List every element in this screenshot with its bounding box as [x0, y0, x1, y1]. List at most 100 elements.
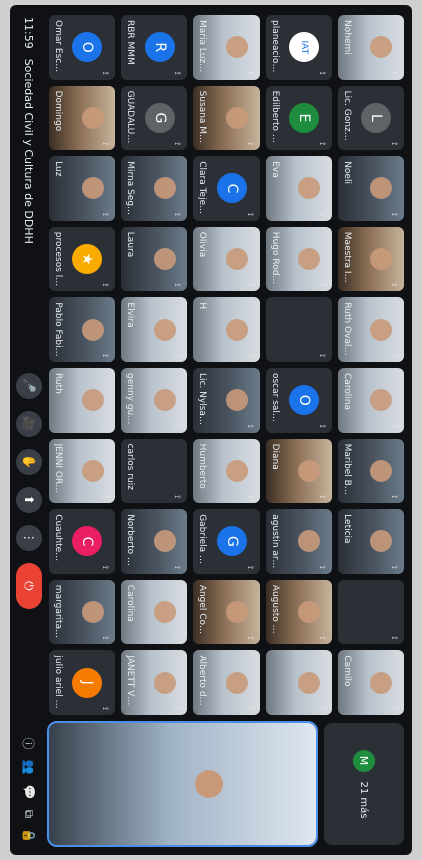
- mic-muted-icon: ⟟: [245, 636, 255, 640]
- participant-tile[interactable]: J ⟟ julio ariel osun...: [49, 650, 116, 715]
- participant-name: Lic. Nylsa Mart...: [197, 372, 208, 428]
- participant-tile[interactable]: O ⟟ oscar salgado: [265, 367, 332, 433]
- participant-name: Maria Luz diab: [197, 20, 208, 75]
- participant-tile[interactable]: ⟟ Pablo Fabian G...: [49, 297, 116, 362]
- mic-muted-icon: ⟟: [390, 495, 399, 499]
- meeting-title[interactable]: Sociedad Civil y Cultura de DDHH: [23, 59, 36, 244]
- participant-face: [81, 389, 104, 412]
- participant-tile[interactable]: ⟟ Luz: [49, 156, 116, 221]
- participant-tile[interactable]: ⟟ Lic. Nylsa Mart...: [193, 367, 260, 433]
- participant-name: Augusto Cervantes: [269, 584, 280, 640]
- participant-tile[interactable]: ⟟ Laura: [121, 226, 188, 292]
- mic-muted-icon: ⟟: [317, 142, 327, 146]
- participant-name: genny guardad...: [125, 372, 136, 428]
- lock-icon[interactable]: 🔒: [22, 828, 36, 843]
- participant-tile[interactable]: ⟟ Camilo: [337, 650, 404, 715]
- mic-muted-icon: ⟟: [390, 565, 399, 569]
- people-icon[interactable]: 👥: [22, 760, 36, 775]
- participant-tile[interactable]: ⟟ Mirna Segura: [121, 156, 188, 221]
- participant-name: Alberto de la R...: [197, 655, 208, 710]
- participant-tile[interactable]: C ⟟ Cuauhtemoc C...: [49, 509, 116, 574]
- mic-muted-icon: ⟟: [173, 707, 183, 710]
- participant-tile[interactable]: ⟟ Olivia: [193, 226, 260, 292]
- mic-muted-icon: ⟟: [390, 71, 399, 75]
- mic-muted-icon: ⟟: [245, 212, 255, 216]
- participant-tile[interactable]: ★ ⟟ procesos legisla...: [49, 226, 116, 292]
- participant-tile[interactable]: L ⟟ Lic. Gonzalez: [337, 85, 404, 151]
- participant-tile[interactable]: ⟟ Ruth Ovalles: [337, 297, 404, 362]
- participant-tile[interactable]: E ⟟ Edilberto Mata...: [265, 85, 332, 151]
- participant-tile[interactable]: ⟟ Norberto Mend...: [121, 509, 188, 574]
- participant-tile[interactable]: ⟟ genny guardad...: [121, 367, 188, 433]
- end-call-icon[interactable]: ⏻: [16, 562, 42, 609]
- participant-tile[interactable]: G ⟟ Gabriela Cerv...: [193, 509, 260, 574]
- participant-tile[interactable]: ⟟ Carolina: [121, 579, 188, 645]
- present-icon[interactable]: ⬆: [16, 486, 42, 513]
- more-avatar: M: [353, 749, 375, 772]
- hand-icon[interactable]: ✋: [16, 448, 42, 475]
- participant-face: [298, 459, 321, 482]
- mic-muted-icon: ⟟: [390, 707, 399, 710]
- participant-avatar: C: [216, 173, 247, 204]
- participant-tile[interactable]: ⟟ agustin arcos: [265, 509, 332, 574]
- participant-name: Noeli: [341, 161, 352, 184]
- mic-muted-icon: ⟟: [173, 283, 183, 287]
- participant-tile[interactable]: IAT ⟟ planeacion col...: [265, 15, 332, 80]
- participant-tile[interactable]: ⟟ Angel Contreras: [193, 579, 260, 645]
- participant-face: [153, 318, 176, 341]
- participant-tile[interactable]: ⟟ Humberto: [193, 438, 260, 504]
- participant-tile[interactable]: ⟟ Domingo: [49, 85, 116, 151]
- participant-tile[interactable]: ⟟: [337, 579, 404, 645]
- participant-tile[interactable]: G ⟟ GUADALUPE R...: [121, 85, 188, 151]
- info-icon[interactable]: ⓘ: [21, 738, 38, 750]
- participant-avatar: C: [72, 526, 103, 557]
- participant-tile[interactable]: ⟟ JENNI ORDAZ: [49, 438, 116, 504]
- participant-tile[interactable]: ⟟ Elvira: [121, 297, 188, 362]
- participant-tile[interactable]: ⟟ Diana: [265, 438, 332, 504]
- participant-tile[interactable]: ⟟ JANETT VELAZ...: [121, 650, 188, 715]
- mic-muted-icon: ⟟: [245, 424, 255, 428]
- camera-icon[interactable]: 🎥: [16, 410, 42, 437]
- participant-tile[interactable]: R ⟟ RBR MMM: [121, 15, 188, 80]
- participant-tile[interactable]: C ⟟ Clara Tejeda: [193, 156, 260, 221]
- participant-tile[interactable]: ⟟ Ruth: [49, 367, 116, 433]
- participant-name: julio ariel osun...: [53, 655, 64, 710]
- chat-icon[interactable]: 💬: [22, 785, 36, 800]
- participant-face: [153, 177, 176, 200]
- participant-tile[interactable]: ⟟ Maribel Berlanga: [337, 438, 404, 504]
- participant-tile[interactable]: ⟟ Alberto de la R...: [193, 650, 260, 715]
- participant-tile[interactable]: ⟟ Leticia: [337, 509, 404, 574]
- participant-face: [81, 318, 104, 341]
- self-view[interactable]: [44, 722, 321, 846]
- mic-icon[interactable]: 🎤: [16, 372, 42, 399]
- participant-tile[interactable]: ⟟: [265, 650, 332, 715]
- participant-tile[interactable]: ⟟ Susana Munoz: [193, 85, 260, 151]
- participant-tile[interactable]: ⟟ margarita ant...: [49, 579, 116, 645]
- participant-tile[interactable]: ⟟ Maestra Isabel: [337, 226, 404, 292]
- call-controls: 🎤 🎥 ✋ ⬆ ⋮ ⏻: [16, 372, 42, 609]
- more-participants-tile[interactable]: M 21 más: [324, 723, 404, 845]
- participant-tile[interactable]: ⟟ Nohemi: [337, 15, 404, 80]
- participant-avatar: IAT: [289, 32, 320, 63]
- participant-tile[interactable]: ⟟ Augusto Cervantes: [265, 579, 332, 645]
- participant-tile[interactable]: ⟟ carlos ruiz: [121, 438, 188, 504]
- participant-tile[interactable]: ⟟ Noeli: [337, 156, 404, 221]
- participant-tile[interactable]: ⟟: [265, 297, 332, 362]
- mic-muted-icon: ⟟: [245, 142, 255, 146]
- participant-tile[interactable]: ⟟ Eva: [265, 156, 332, 221]
- participant-tile[interactable]: ⟟ H: [193, 297, 260, 362]
- mic-muted-icon: ⟟: [101, 142, 111, 146]
- more-icon[interactable]: ⋮: [16, 524, 42, 551]
- activities-icon[interactable]: ⧉: [22, 809, 37, 818]
- mic-muted-icon: ⟟: [173, 424, 183, 428]
- mic-muted-icon: ⟟: [101, 212, 111, 216]
- participant-avatar: O: [289, 385, 320, 416]
- participant-name: H: [197, 302, 208, 310]
- mic-muted-icon: ⟟: [317, 283, 327, 287]
- participant-tile[interactable]: ⟟ Carolina: [337, 367, 404, 433]
- participant-face: [370, 671, 393, 694]
- participant-tile[interactable]: ⟟ Hugo Rodriguez: [265, 226, 332, 292]
- participant-name: Susana Munoz: [197, 90, 208, 146]
- participant-tile[interactable]: ⟟ Maria Luz diab: [193, 15, 260, 80]
- participant-tile[interactable]: O ⟟ Omar Escalante: [49, 15, 116, 80]
